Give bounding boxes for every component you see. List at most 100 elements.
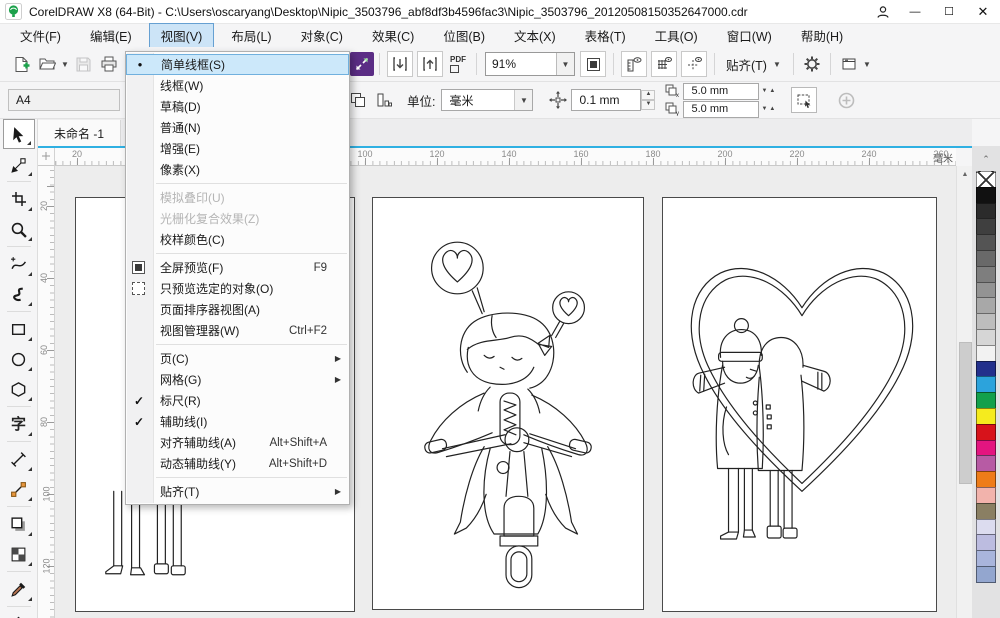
menubar-item[interactable]: 文本(X) [502, 23, 568, 48]
color-swatch[interactable] [976, 329, 996, 346]
view-menu-item[interactable]: 校样颜色(C) [126, 229, 349, 250]
search-content-button[interactable] [350, 52, 374, 76]
units-combo[interactable]: 毫米 ▼ [441, 89, 533, 111]
drop-shadow-tool[interactable] [3, 509, 35, 539]
shape-tool[interactable] [3, 149, 35, 179]
view-menu-item[interactable]: 全屏预览(F)F9 [126, 257, 349, 278]
menubar-item[interactable]: 工具(O) [643, 23, 710, 48]
color-swatch[interactable] [976, 218, 996, 235]
menubar-item[interactable]: 对象(C) [289, 23, 355, 48]
color-swatch[interactable] [976, 440, 996, 457]
rectangle-tool[interactable] [3, 314, 35, 344]
units-caret-icon[interactable]: ▼ [514, 90, 532, 110]
crop-tool[interactable] [3, 184, 35, 214]
menubar-item[interactable]: 文件(F) [8, 23, 73, 48]
view-menu-item[interactable]: 线框(W) [126, 75, 349, 96]
color-swatch[interactable] [976, 361, 996, 378]
view-menu-item[interactable]: 只预览选定的对象(O) [126, 278, 349, 299]
nudge-distance-field[interactable]: 0.1 mm [571, 89, 641, 111]
color-swatch[interactable] [976, 266, 996, 283]
scroll-up-arrow-icon[interactable]: ▲ [957, 166, 973, 182]
show-grid-button[interactable] [651, 51, 677, 77]
color-swatch[interactable] [976, 282, 996, 299]
color-swatch[interactable] [976, 203, 996, 220]
menubar-item[interactable]: 帮助(H) [789, 23, 855, 48]
view-menu-item[interactable]: ✓辅助线(I) [126, 411, 349, 432]
menubar-item[interactable]: 编辑(E) [78, 23, 144, 48]
transparency-tool[interactable] [3, 539, 35, 569]
color-swatch[interactable] [976, 250, 996, 267]
open-button[interactable] [34, 51, 60, 77]
zoom-dropdown-caret-icon[interactable]: ▼ [556, 53, 574, 75]
open-dropdown-caret-icon[interactable]: ▼ [60, 60, 70, 69]
color-swatch[interactable] [976, 550, 996, 567]
view-menu-item[interactable]: 页面排序器视图(A) [126, 299, 349, 320]
color-swatch[interactable] [976, 313, 996, 330]
page-size-combo[interactable]: A4 [8, 89, 120, 111]
color-swatch[interactable] [976, 455, 996, 472]
import-button[interactable] [387, 51, 413, 77]
color-swatch[interactable] [976, 471, 996, 488]
options-gear-button[interactable] [799, 51, 825, 77]
duplicate-y-spinner[interactable]: ▼▲ [761, 106, 777, 112]
export-button[interactable] [417, 51, 443, 77]
show-rulers-button[interactable] [621, 51, 647, 77]
menubar-item[interactable]: 视图(V) [149, 23, 215, 48]
menubar-item[interactable]: 表格(T) [573, 23, 638, 48]
fullscreen-preview-button[interactable] [580, 51, 606, 77]
page-2[interactable] [372, 197, 644, 610]
ruler-origin-corner[interactable] [38, 148, 55, 166]
menubar-item[interactable]: 效果(C) [360, 23, 426, 48]
account-icon[interactable] [868, 0, 898, 23]
snap-to-dropdown[interactable]: 贴齐(T) ▼ [720, 52, 788, 77]
pick-tool[interactable] [3, 119, 35, 149]
eyedropper-tool[interactable] [3, 574, 35, 604]
artistic-media-tool[interactable] [3, 279, 35, 309]
color-swatch[interactable] [976, 566, 996, 583]
color-swatch[interactable] [976, 297, 996, 314]
dimension-tool[interactable] [3, 444, 35, 474]
view-menu-item[interactable]: 对齐辅助线(A)Alt+Shift+A [126, 432, 349, 453]
launcher-dropdown-caret-icon[interactable]: ▼ [862, 60, 872, 69]
document-tab-untitled[interactable]: 未命名 -1 [38, 120, 121, 146]
view-menu-item[interactable]: 页(C)▶ [126, 348, 349, 369]
view-menu-item[interactable]: 草稿(D) [126, 96, 349, 117]
color-swatch[interactable] [976, 519, 996, 536]
page-orientation-button[interactable] [371, 87, 397, 113]
ellipse-tool[interactable] [3, 344, 35, 374]
zoom-level-combo[interactable]: 91% ▼ [485, 52, 575, 76]
spin-down-icon[interactable]: ▼ [641, 100, 655, 110]
text-tool[interactable]: 字 [3, 409, 35, 439]
color-swatch[interactable] [976, 376, 996, 393]
color-swatch[interactable] [976, 487, 996, 504]
minimize-button[interactable]: — [898, 0, 932, 23]
application-launcher-button[interactable] [836, 51, 862, 77]
vertical-ruler[interactable]: 20406080100120 [38, 166, 55, 618]
menubar-item[interactable]: 布局(L) [219, 23, 283, 48]
duplicate-x-field[interactable]: 5.0 mm [683, 83, 759, 100]
print-button[interactable] [96, 51, 122, 77]
duplicate-y-field[interactable]: 5.0 mm [683, 101, 759, 118]
publish-pdf-button[interactable]: PDF [445, 51, 471, 77]
page-3[interactable] [662, 197, 937, 612]
color-swatch[interactable] [976, 345, 996, 362]
view-menu-item[interactable]: 像素(X) [126, 159, 349, 180]
color-swatch[interactable] [976, 392, 996, 409]
new-document-button[interactable] [8, 51, 34, 77]
view-menu-item[interactable]: 增强(E) [126, 138, 349, 159]
view-menu-item[interactable]: ●简单线框(S) [126, 54, 349, 75]
palette-scroll-up-icon[interactable]: ⌃ [972, 146, 1000, 172]
menubar-item[interactable]: 位图(B) [431, 23, 497, 48]
connector-tool[interactable] [3, 474, 35, 504]
freehand-tool[interactable] [3, 249, 35, 279]
view-menu-item[interactable]: 视图管理器(W)Ctrl+F2 [126, 320, 349, 341]
scrollbar-thumb[interactable] [959, 342, 972, 484]
view-menu-item[interactable]: 网格(G)▶ [126, 369, 349, 390]
treat-as-filled-button[interactable] [791, 87, 817, 113]
spin-up-icon[interactable]: ▲ [641, 90, 655, 100]
view-menu-item[interactable]: 动态辅助线(Y)Alt+Shift+D [126, 453, 349, 474]
color-swatch[interactable] [976, 187, 996, 204]
view-menu-item[interactable]: ✓标尺(R) [126, 390, 349, 411]
menubar-item[interactable]: 窗口(W) [715, 23, 784, 48]
zoom-tool[interactable] [3, 214, 35, 244]
